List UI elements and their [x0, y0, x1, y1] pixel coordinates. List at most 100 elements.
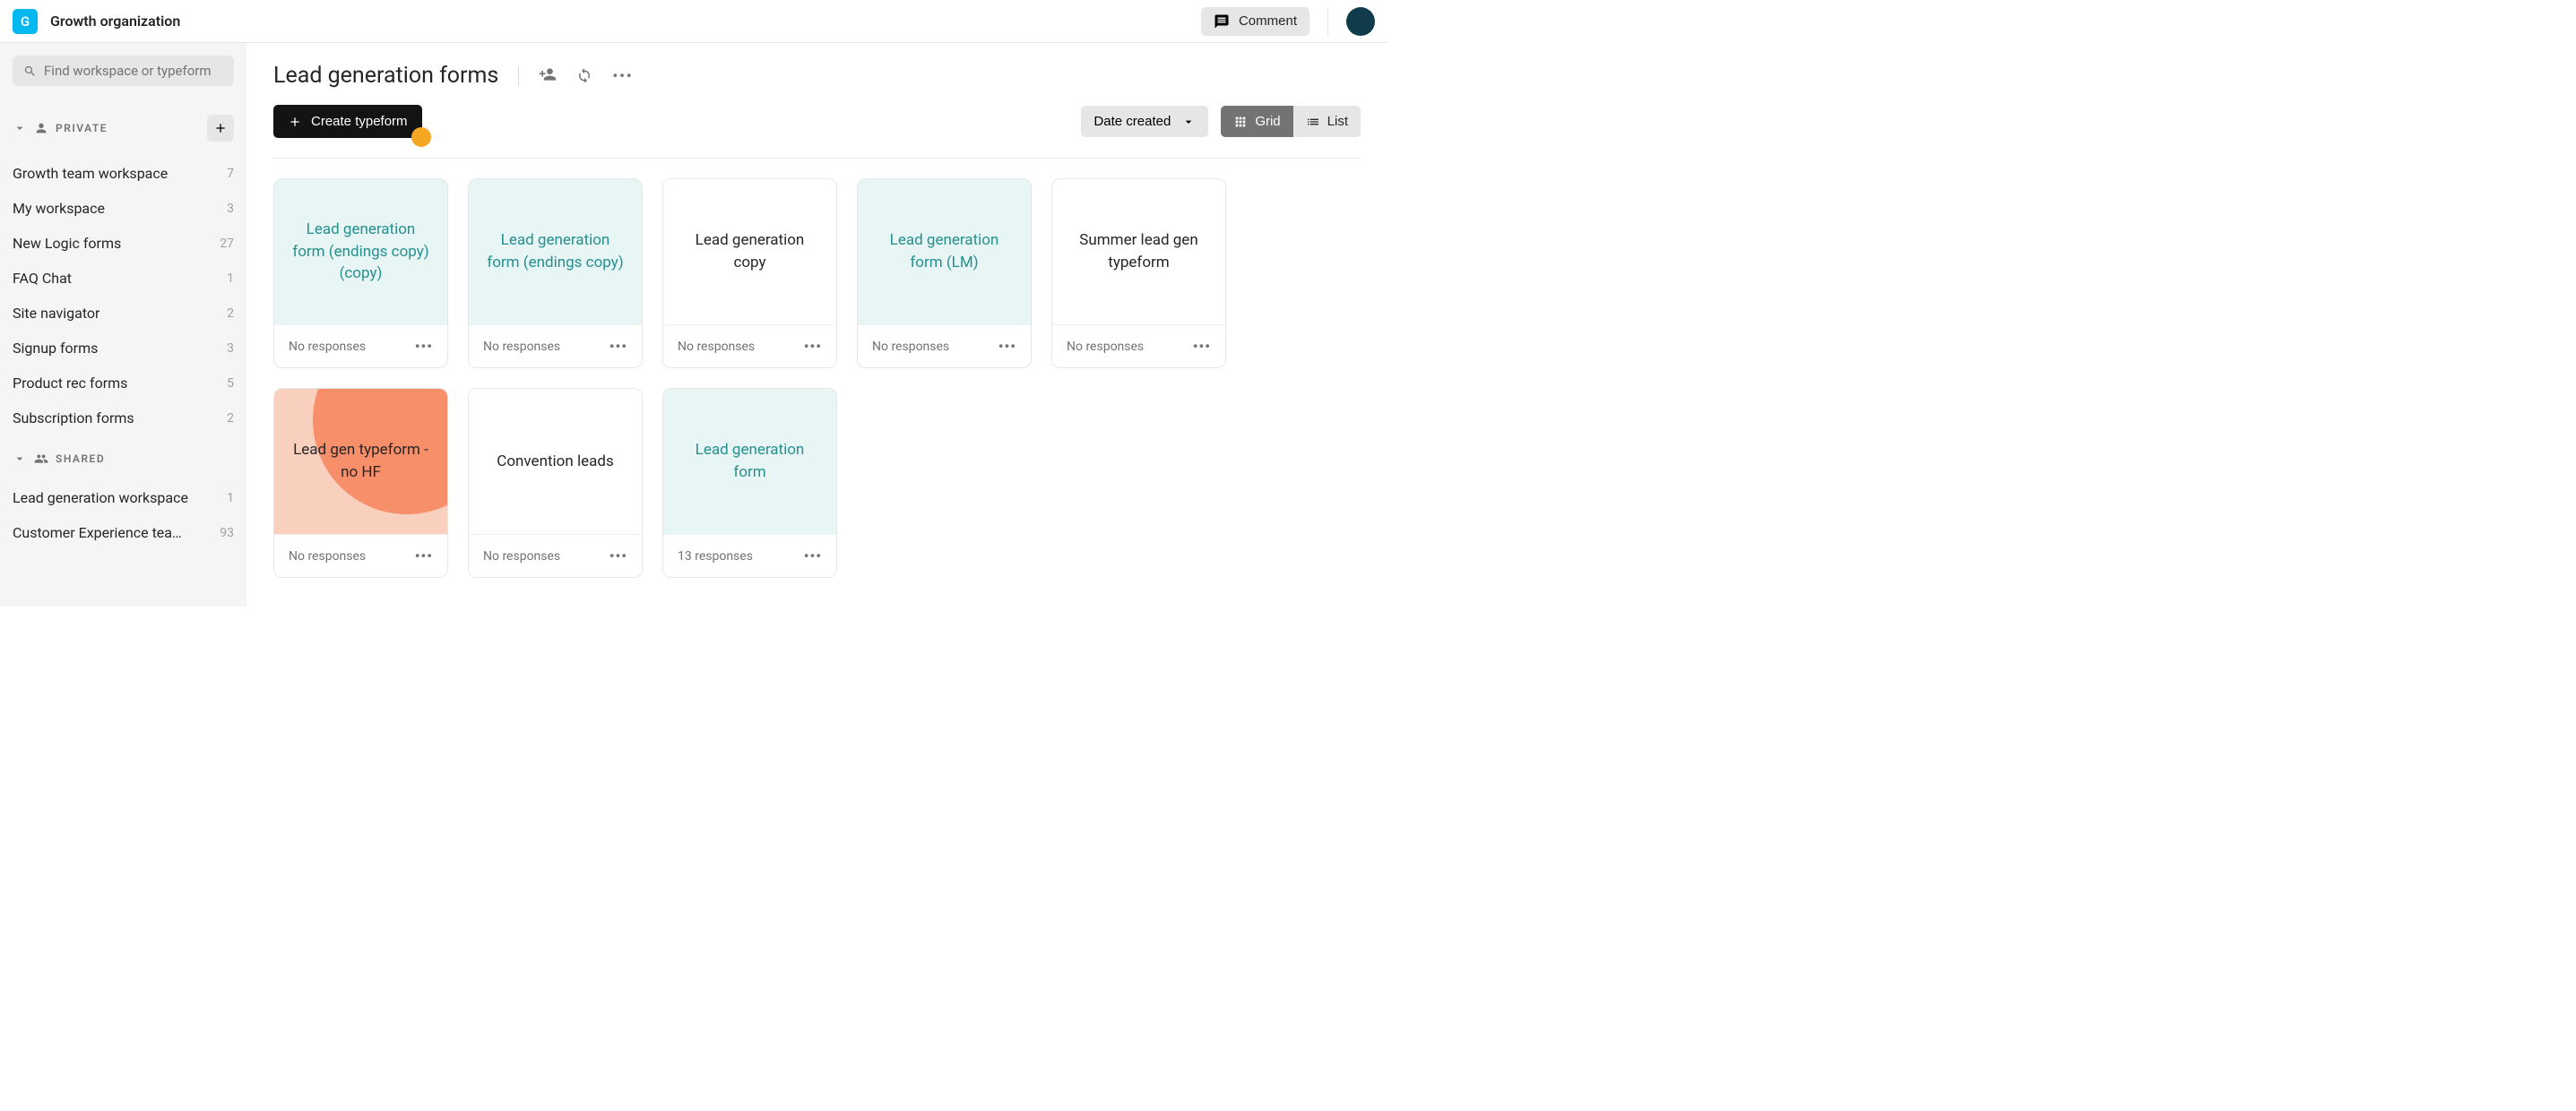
- form-card-title: Lead generation form (endings copy): [483, 229, 627, 273]
- form-card[interactable]: Lead generation form (endings copy) No re…: [468, 178, 643, 368]
- form-card-title: Lead generation form: [678, 439, 822, 483]
- plus-icon: [288, 115, 302, 129]
- sidebar-item[interactable]: Site navigator2: [13, 296, 234, 331]
- plus-icon: [213, 121, 228, 135]
- sidebar-item-count: 1: [227, 491, 234, 505]
- sort-dropdown[interactable]: Date created: [1081, 106, 1208, 137]
- form-card-body: Lead generation form: [663, 389, 836, 534]
- form-card-body: Lead generation form (endings copy) (cop…: [274, 179, 447, 324]
- form-card[interactable]: Lead generation copy No responses •••: [662, 178, 837, 368]
- grid-icon: [1233, 115, 1248, 129]
- section-shared-label: SHARED: [56, 452, 105, 465]
- form-card-footer: No responses •••: [469, 534, 642, 577]
- form-card-menu-icon[interactable]: •••: [415, 338, 433, 355]
- chevron-down-icon[interactable]: [13, 452, 27, 466]
- org-name[interactable]: Growth organization: [50, 13, 180, 30]
- sidebar-item[interactable]: Customer Experience team … 93: [13, 515, 234, 550]
- sidebar: Find workspace or typeform PRIVATE Growt…: [0, 43, 246, 607]
- chevron-down-icon: [1181, 115, 1196, 129]
- form-card-menu-icon[interactable]: •••: [609, 338, 627, 355]
- form-card-footer: No responses•••: [858, 324, 1031, 367]
- form-card-footer: 13 responses •••: [663, 534, 836, 577]
- form-card[interactable]: Convention leads No responses •••: [468, 388, 643, 578]
- section-private-label: PRIVATE: [56, 122, 108, 134]
- search-input[interactable]: Find workspace or typeform: [13, 56, 234, 86]
- form-card[interactable]: Summer lead gen typeform No responses •••: [1051, 178, 1226, 368]
- person-icon: [34, 121, 48, 135]
- sidebar-item-label: My workspace: [13, 200, 105, 217]
- form-card-body: Lead gen typeform - no HF: [274, 389, 447, 534]
- sidebar-item-count: 5: [227, 376, 234, 391]
- form-card-body: Lead generation copy: [663, 179, 836, 324]
- form-card-title: Lead gen typeform - no HF: [289, 439, 433, 483]
- comment-icon: [1214, 13, 1230, 30]
- sidebar-item-count: 7: [227, 167, 234, 181]
- form-card-title: Convention leads: [497, 451, 613, 473]
- more-icon[interactable]: •••: [612, 67, 633, 84]
- form-card-title: Summer lead gen typeform: [1067, 229, 1211, 273]
- form-card-responses: 13 responses: [678, 549, 753, 564]
- sidebar-item-label: Lead generation workspace: [13, 489, 188, 506]
- org-badge[interactable]: G: [13, 9, 38, 34]
- form-card-menu-icon[interactable]: •••: [1193, 338, 1211, 355]
- sidebar-item[interactable]: My workspace 3: [13, 191, 234, 226]
- form-card-menu-icon[interactable]: •••: [609, 547, 627, 564]
- sidebar-item[interactable]: New Logic forms 27: [13, 226, 234, 261]
- list-icon: [1306, 115, 1320, 129]
- sidebar-item[interactable]: Product rec forms 5: [13, 366, 234, 400]
- form-card-footer: No responses •••: [1052, 324, 1225, 367]
- sidebar-item[interactable]: FAQ Chat1: [13, 261, 234, 296]
- form-card-responses: No responses: [483, 340, 560, 354]
- sidebar-item-count: 1: [227, 271, 234, 286]
- user-avatar[interactable]: [1346, 7, 1375, 36]
- form-card-responses: No responses: [289, 340, 366, 354]
- sidebar-item[interactable]: Lead generation workspace 1: [13, 480, 234, 515]
- view-grid-button[interactable]: Grid: [1221, 106, 1292, 137]
- chevron-down-icon[interactable]: [13, 121, 27, 135]
- form-card-title: Lead generation copy: [678, 229, 822, 273]
- people-icon: [34, 452, 48, 466]
- sidebar-item[interactable]: Subscription forms 2: [13, 400, 234, 435]
- form-card-footer: No responses •••: [274, 534, 447, 577]
- form-card-menu-icon[interactable]: •••: [804, 338, 822, 355]
- sidebar-item-label: Product rec forms: [13, 375, 127, 392]
- comment-button[interactable]: Comment: [1201, 7, 1310, 36]
- sidebar-item-label: Growth team workspace: [13, 165, 168, 182]
- sidebar-item[interactable]: Growth team workspace 7: [13, 156, 234, 191]
- sidebar-item[interactable]: Signup forms3: [13, 331, 234, 366]
- sidebar-item-count: 27: [220, 237, 234, 251]
- form-card-body: Lead generation form (LM): [858, 179, 1031, 324]
- form-card-responses: No responses: [1067, 340, 1144, 354]
- sidebar-item-label: Site navigator: [13, 305, 99, 322]
- form-card[interactable]: Lead gen typeform - no HF No responses •••: [273, 388, 448, 578]
- form-card-menu-icon[interactable]: •••: [998, 338, 1016, 355]
- form-card-responses: No responses: [678, 340, 755, 354]
- sidebar-item-count: 93: [220, 526, 234, 540]
- add-member-icon[interactable]: [539, 65, 557, 87]
- view-list-label: List: [1327, 114, 1348, 129]
- section-private-header: PRIVATE: [13, 115, 234, 142]
- sync-icon[interactable]: [576, 66, 592, 86]
- add-workspace-button[interactable]: [207, 115, 234, 142]
- form-card-title: Lead generation form (endings copy) (cop…: [289, 219, 433, 285]
- sidebar-item-count: 3: [227, 202, 234, 216]
- form-card-body: Lead generation form (endings copy): [469, 179, 642, 324]
- form-card[interactable]: Lead generation form (endings copy) (cop…: [273, 178, 448, 368]
- view-toggle: Grid List: [1221, 106, 1361, 137]
- create-typeform-button[interactable]: Create typeform: [273, 105, 422, 138]
- view-list-button[interactable]: List: [1293, 106, 1361, 137]
- form-card-responses: No responses: [483, 549, 560, 564]
- form-card-menu-icon[interactable]: •••: [415, 547, 433, 564]
- sidebar-item-label: Subscription forms: [13, 409, 134, 426]
- form-card-responses: No responses: [289, 549, 366, 564]
- sidebar-item-label: New Logic forms: [13, 235, 121, 252]
- sidebar-item-label: Customer Experience team …: [13, 524, 192, 541]
- form-card[interactable]: Lead generation form 13 responses •••: [662, 388, 837, 578]
- form-card[interactable]: Lead generation form (LM)No responses•••: [857, 178, 1032, 368]
- sidebar-item-count: 2: [227, 411, 234, 426]
- cards-grid: Lead generation form (endings copy) (cop…: [273, 178, 1361, 578]
- section-shared-header: SHARED: [13, 452, 234, 466]
- form-card-menu-icon[interactable]: •••: [804, 547, 822, 564]
- form-card-footer: No responses •••: [663, 324, 836, 367]
- form-card-footer: No responses •••: [469, 324, 642, 367]
